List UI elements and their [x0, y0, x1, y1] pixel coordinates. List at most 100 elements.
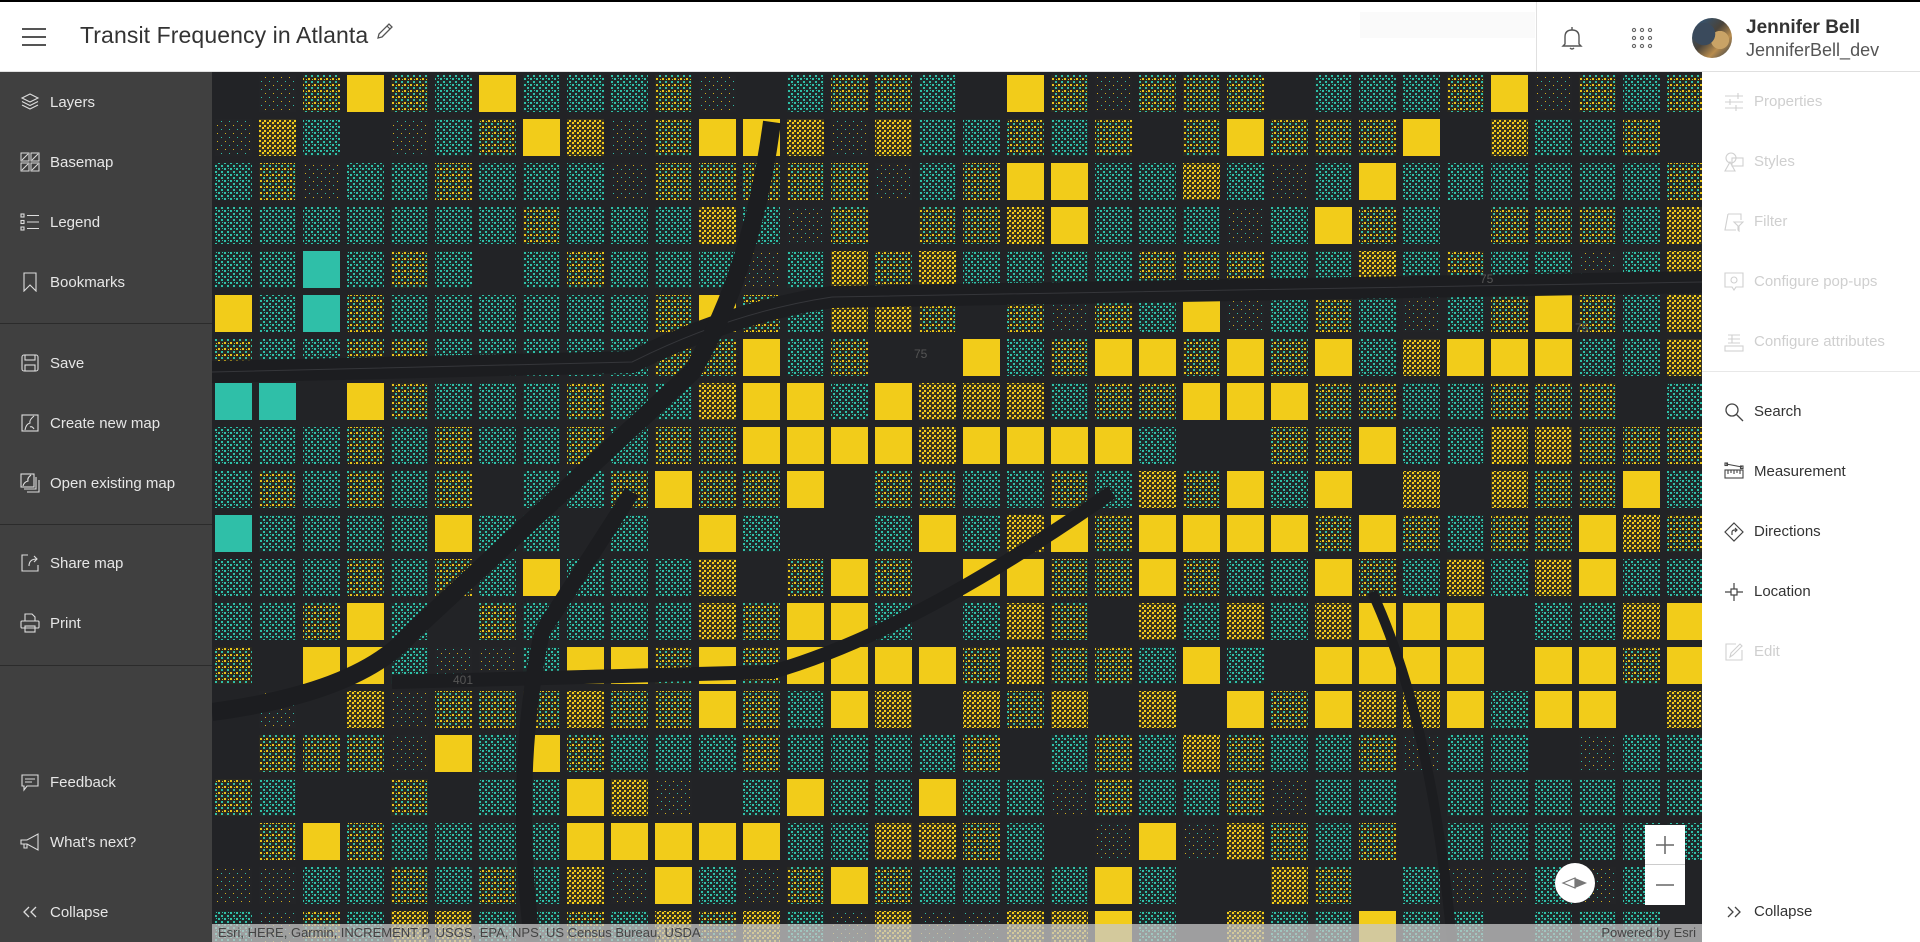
census-block[interactable] [963, 691, 1000, 728]
census-block[interactable] [1183, 559, 1220, 596]
census-block[interactable] [1491, 515, 1528, 552]
census-block[interactable] [1403, 339, 1440, 376]
census-block[interactable] [1139, 75, 1176, 112]
census-block[interactable] [1315, 603, 1352, 640]
census-block[interactable] [963, 779, 1000, 816]
census-block[interactable] [1667, 603, 1702, 640]
census-block[interactable] [1403, 515, 1440, 552]
census-block[interactable] [699, 471, 736, 508]
census-block[interactable] [1051, 647, 1088, 684]
census-block[interactable] [1403, 119, 1440, 156]
tool-measurement[interactable]: Measurement [1702, 452, 1920, 492]
census-block[interactable] [347, 295, 384, 332]
census-block[interactable] [919, 207, 956, 244]
census-block[interactable] [1535, 779, 1572, 816]
census-block[interactable] [303, 823, 340, 860]
census-block[interactable] [1095, 75, 1132, 112]
census-block[interactable] [391, 207, 428, 244]
census-block[interactable] [215, 383, 252, 420]
census-block[interactable] [567, 735, 604, 772]
census-block[interactable] [1315, 75, 1352, 112]
census-block[interactable] [1667, 427, 1702, 464]
census-block[interactable] [919, 779, 956, 816]
census-block[interactable] [1095, 119, 1132, 156]
census-block[interactable] [1007, 339, 1044, 376]
census-block[interactable] [875, 383, 912, 420]
census-block[interactable] [831, 691, 868, 728]
census-block[interactable] [1007, 383, 1044, 420]
census-block[interactable] [875, 735, 912, 772]
census-block[interactable] [1139, 383, 1176, 420]
census-block[interactable] [1095, 647, 1132, 684]
census-block[interactable] [1535, 515, 1572, 552]
census-block[interactable] [1535, 163, 1572, 200]
census-block[interactable] [1579, 735, 1616, 772]
census-block[interactable] [259, 823, 296, 860]
census-block[interactable] [1491, 295, 1528, 332]
census-block[interactable] [611, 691, 648, 728]
census-block[interactable] [611, 251, 648, 288]
census-block[interactable] [567, 251, 604, 288]
census-block[interactable] [391, 779, 428, 816]
census-block[interactable] [699, 867, 736, 904]
census-block[interactable] [787, 735, 824, 772]
census-block[interactable] [743, 383, 780, 420]
census-block[interactable] [1007, 647, 1044, 684]
census-block[interactable] [1359, 779, 1396, 816]
census-block[interactable] [611, 119, 648, 156]
census-block[interactable] [1227, 735, 1264, 772]
census-block[interactable] [1447, 383, 1484, 420]
census-block[interactable] [259, 119, 296, 156]
census-block[interactable] [1227, 559, 1264, 596]
census-block[interactable] [1183, 603, 1220, 640]
census-block[interactable] [743, 779, 780, 816]
census-block[interactable] [1403, 163, 1440, 200]
census-block[interactable] [1491, 779, 1528, 816]
census-block[interactable] [435, 119, 472, 156]
census-block[interactable] [523, 559, 560, 596]
census-block[interactable] [391, 75, 428, 112]
census-block[interactable] [1315, 207, 1352, 244]
census-block[interactable] [787, 251, 824, 288]
census-block[interactable] [1491, 163, 1528, 200]
census-block[interactable] [1491, 691, 1528, 728]
census-block[interactable] [1315, 691, 1352, 728]
census-block[interactable] [523, 251, 560, 288]
census-block[interactable] [875, 559, 912, 596]
census-block[interactable] [963, 823, 1000, 860]
census-block[interactable] [1667, 207, 1702, 244]
census-block[interactable] [391, 295, 428, 332]
census-block[interactable] [611, 75, 648, 112]
census-block[interactable] [1007, 603, 1044, 640]
census-block[interactable] [259, 735, 296, 772]
census-block[interactable] [1051, 735, 1088, 772]
app-launcher-grid-icon[interactable] [1628, 24, 1656, 52]
census-block[interactable] [479, 75, 516, 112]
census-block[interactable] [1403, 207, 1440, 244]
census-block[interactable] [1579, 207, 1616, 244]
census-block[interactable] [1227, 75, 1264, 112]
census-block[interactable] [1623, 471, 1660, 508]
census-block[interactable] [347, 163, 384, 200]
census-block[interactable] [1183, 163, 1220, 200]
census-block[interactable] [1227, 603, 1264, 640]
census-block[interactable] [787, 75, 824, 112]
census-block[interactable] [1535, 691, 1572, 728]
census-block[interactable] [303, 163, 340, 200]
census-block[interactable] [1579, 647, 1616, 684]
census-block[interactable] [1403, 427, 1440, 464]
census-block[interactable] [215, 207, 252, 244]
census-block[interactable] [655, 427, 692, 464]
census-block[interactable] [1095, 339, 1132, 376]
census-block[interactable] [1095, 207, 1132, 244]
census-block[interactable] [303, 471, 340, 508]
sidebar-item-layers[interactable]: Layers [0, 82, 212, 122]
census-block[interactable] [699, 515, 736, 552]
census-block[interactable] [611, 867, 648, 904]
census-block[interactable] [611, 779, 648, 816]
census-block[interactable] [1359, 735, 1396, 772]
census-block[interactable] [1007, 867, 1044, 904]
census-block[interactable] [1491, 119, 1528, 156]
census-block[interactable] [919, 251, 956, 288]
census-block[interactable] [831, 251, 868, 288]
